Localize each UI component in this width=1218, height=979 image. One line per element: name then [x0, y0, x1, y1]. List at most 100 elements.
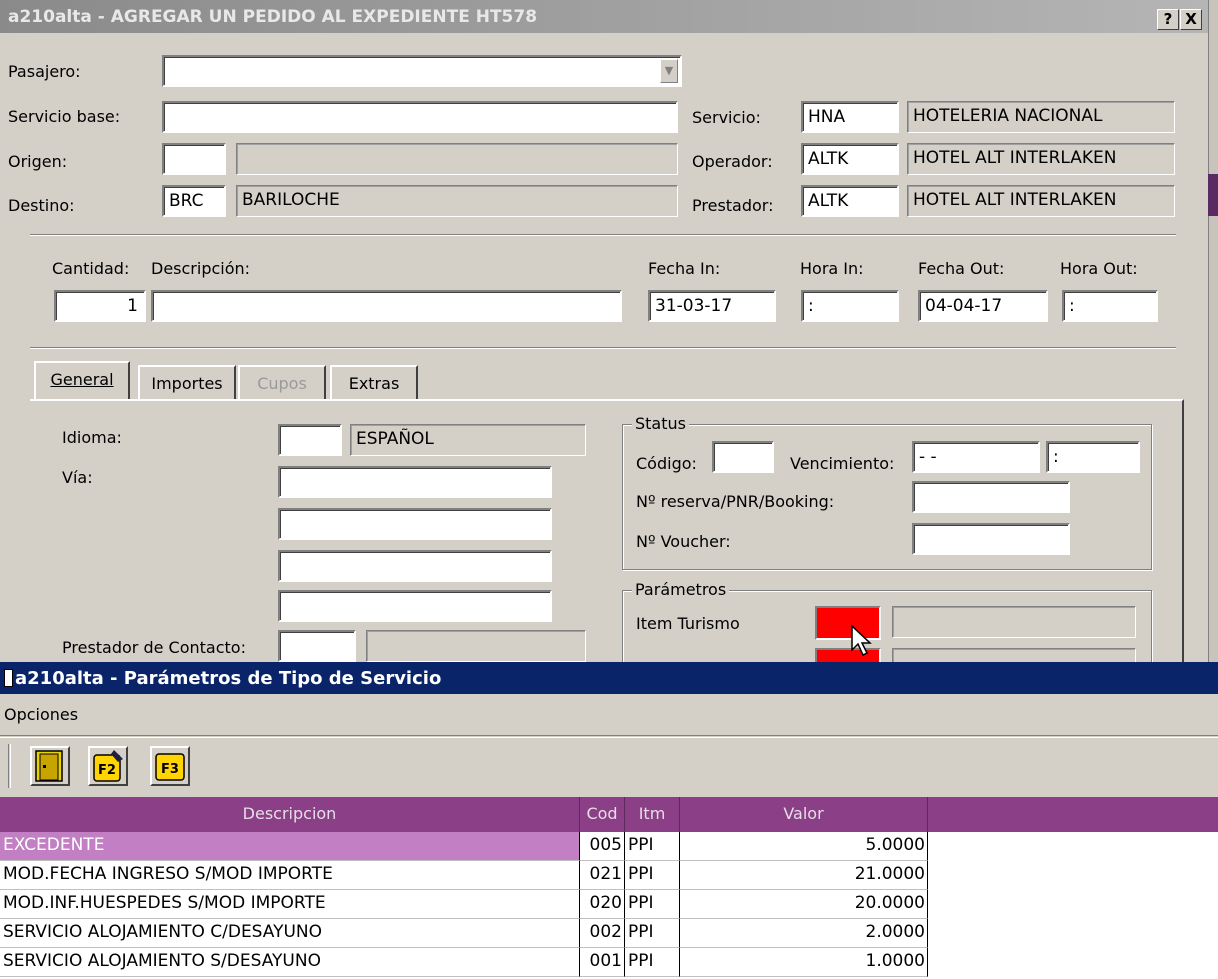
- reserva-input[interactable]: [912, 481, 1070, 513]
- cell-valor: 20.0000: [680, 890, 928, 919]
- hora-in-label: Hora In:: [800, 259, 864, 278]
- hora-in-input[interactable]: :: [801, 290, 899, 322]
- operador-code-input[interactable]: ALTK: [801, 143, 899, 175]
- tipo-unidad-name: [892, 648, 1136, 662]
- cell-cod: 020: [580, 890, 625, 919]
- via-label: Vía:: [62, 468, 93, 487]
- cell-valor: 1.0000: [680, 948, 928, 977]
- menubar: Opciones: [0, 694, 1218, 736]
- table-row[interactable]: SERVICIO ALOJAMIENTO C/DESAYUNO 002 PPI …: [0, 919, 1218, 948]
- column-header-itm[interactable]: Itm: [625, 797, 680, 832]
- servicio-label: Servicio:: [692, 108, 761, 127]
- vencimiento-label: Vencimiento:: [790, 454, 895, 473]
- prestador-name: HOTEL ALT INTERLAKEN: [907, 185, 1175, 217]
- f2-button[interactable]: F2: [88, 746, 128, 786]
- via-input-2[interactable]: [278, 508, 552, 540]
- voucher-label: Nº Voucher:: [636, 532, 731, 551]
- table-row[interactable]: MOD.INF.HUESPEDES S/MOD IMPORTE 020 PPI …: [0, 890, 1218, 919]
- mouse-pointer-icon: [851, 624, 872, 657]
- pasajero-combo[interactable]: ▼: [162, 55, 682, 87]
- window-icon: [4, 669, 13, 687]
- voucher-input[interactable]: [912, 523, 1070, 555]
- prestador-label: Prestador:: [692, 196, 774, 215]
- cantidad-label: Cantidad:: [52, 259, 130, 278]
- tab-importes-label: Importes: [151, 374, 223, 393]
- codigo-label: Código:: [636, 454, 697, 473]
- descripcion-input[interactable]: [151, 290, 622, 322]
- background-window-edge: [1208, 0, 1218, 662]
- cell-cod: 002: [580, 919, 625, 948]
- fecha-out-label: Fecha Out:: [918, 259, 1005, 278]
- destino-label: Destino:: [8, 196, 75, 215]
- f3-button[interactable]: F3: [150, 746, 190, 786]
- destino-code-input[interactable]: BRC: [162, 185, 226, 217]
- cell-descripcion: EXCEDENTE: [0, 832, 580, 861]
- svg-text:F3: F3: [161, 762, 179, 777]
- tab-extras[interactable]: Extras: [330, 365, 418, 399]
- origen-code-input[interactable]: [162, 143, 226, 175]
- operador-label: Operador:: [692, 152, 773, 171]
- prestador-contacto-label: Prestador de Contacto:: [62, 638, 246, 657]
- reserva-label: Nº reserva/PNR/Booking:: [636, 492, 835, 511]
- servicio-base-input[interactable]: [162, 101, 678, 133]
- cell-itm: PPI: [625, 948, 680, 977]
- table-row[interactable]: SERVICIO ALOJAMIENTO S/DESAYUNO 001 PPI …: [0, 948, 1218, 977]
- fecha-out-input[interactable]: 04-04-17: [918, 290, 1048, 322]
- add-order-dialog: a210alta - AGREGAR UN PEDIDO AL EXPEDIEN…: [0, 0, 1208, 670]
- menu-opciones[interactable]: Opciones: [4, 705, 78, 724]
- tab-general-label: General: [50, 370, 114, 389]
- vencimiento-time-input[interactable]: :: [1046, 441, 1140, 473]
- codigo-input[interactable]: [712, 441, 774, 473]
- exit-button[interactable]: [30, 746, 70, 786]
- servicio-code-input[interactable]: HNA: [801, 101, 899, 133]
- vencimiento-date-input[interactable]: - -: [912, 441, 1040, 473]
- tab-extras-label: Extras: [348, 374, 400, 393]
- servicio-name: HOTELERIA NACIONAL: [907, 101, 1175, 133]
- prestador-code-input[interactable]: ALTK: [801, 185, 899, 217]
- help-button[interactable]: ?: [1157, 9, 1179, 30]
- prestador-contacto-name: [366, 630, 586, 662]
- prestador-contacto-code-input[interactable]: [278, 630, 356, 662]
- cell-itm: PPI: [625, 919, 680, 948]
- tab-cupos[interactable]: Cupos: [238, 365, 326, 399]
- column-header-valor[interactable]: Valor: [680, 797, 928, 832]
- column-header-descripcion[interactable]: Descripcion: [0, 797, 580, 832]
- background-window-band: [1208, 174, 1218, 216]
- close-button[interactable]: X: [1180, 9, 1202, 30]
- chevron-down-icon[interactable]: ▼: [660, 59, 678, 83]
- via-input-4[interactable]: [278, 590, 552, 622]
- tab-cupos-label: Cupos: [257, 374, 307, 393]
- via-input-3[interactable]: [278, 550, 552, 582]
- table-row[interactable]: MOD.FECHA INGRESO S/MOD IMPORTE 021 PPI …: [0, 861, 1218, 890]
- idioma-code-input[interactable]: [278, 424, 342, 456]
- column-header-cod[interactable]: Cod: [580, 797, 625, 832]
- descripcion-label: Descripción:: [151, 259, 251, 278]
- tab-importes[interactable]: Importes: [138, 365, 236, 399]
- tab-general[interactable]: General: [34, 361, 130, 399]
- via-input-1[interactable]: [278, 466, 552, 498]
- cell-cod: 001: [580, 948, 625, 977]
- fecha-in-input[interactable]: 31-03-17: [648, 290, 776, 322]
- operador-name: HOTEL ALT INTERLAKEN: [907, 143, 1175, 175]
- f3-icon: F3: [155, 753, 185, 781]
- parametros-grid: Descripcion Cod Itm Valor EXCEDENTE 005 …: [0, 797, 1218, 979]
- parametros-window-title-text: a210alta - Parámetros de Tipo de Servici…: [15, 668, 442, 689]
- item-turismo-label: Item Turismo: [636, 614, 740, 633]
- status-group-title: Status: [632, 414, 689, 433]
- door-exit-icon: [35, 750, 63, 782]
- destino-name: BARILOCHE: [236, 185, 678, 217]
- cell-descripcion: SERVICIO ALOJAMIENTO C/DESAYUNO: [0, 919, 580, 948]
- hora-out-label: Hora Out:: [1060, 259, 1138, 278]
- parametros-group-title: Parámetros: [632, 580, 730, 599]
- cell-descripcion: SERVICIO ALOJAMIENTO S/DESAYUNO: [0, 948, 580, 977]
- dialog-title: a210alta - AGREGAR UN PEDIDO AL EXPEDIEN…: [0, 0, 1208, 33]
- hora-out-input[interactable]: :: [1062, 290, 1158, 322]
- cell-valor: 21.0000: [680, 861, 928, 890]
- table-row[interactable]: EXCEDENTE 005 PPI 5.0000: [0, 832, 1218, 861]
- cell-valor: 2.0000: [680, 919, 928, 948]
- cantidad-input[interactable]: 1: [54, 290, 146, 322]
- column-header-empty: [928, 797, 1218, 832]
- parametros-window-title: a210alta - Parámetros de Tipo de Servici…: [0, 662, 1218, 694]
- svg-text:F2: F2: [98, 763, 116, 778]
- origen-label: Origen:: [8, 152, 68, 171]
